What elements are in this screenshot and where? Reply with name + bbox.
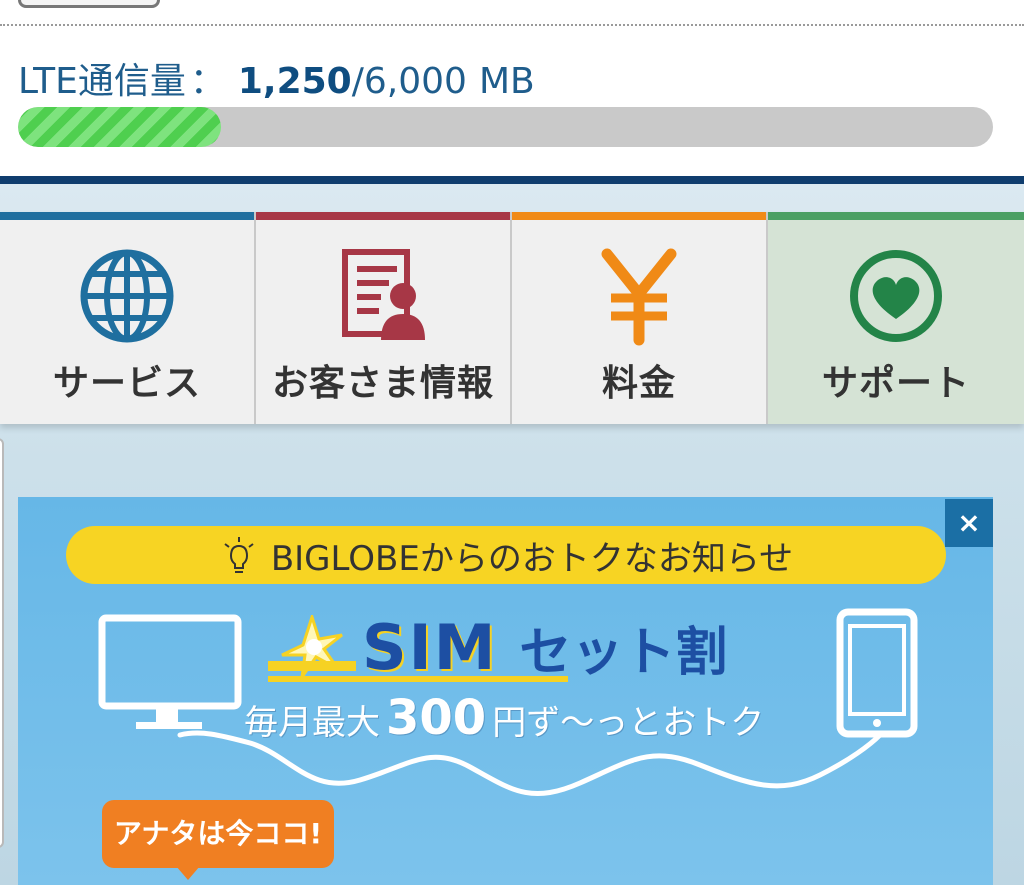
usage-total-value: 6,000 [363, 61, 467, 102]
usage-separator: / [351, 61, 364, 102]
discount-prefix: 毎月最大 [244, 703, 380, 743]
discount-suffix: 円ず〜っとおトク [492, 703, 765, 743]
hikari-spark-icon [268, 615, 356, 678]
section-divider [0, 176, 1024, 184]
globe-icon [80, 249, 174, 343]
yen-icon [601, 248, 677, 346]
nav-services-label: サービス [52, 363, 201, 404]
top-button-fragment[interactable] [18, 0, 160, 8]
lightbulb-icon [224, 537, 254, 573]
badge-pointer [176, 866, 200, 880]
nav-services-accent [0, 212, 254, 220]
banner-notice-pill: BIGLOBEからのおトクなお知らせ [66, 526, 946, 584]
usage-colon: ： [189, 61, 226, 102]
page: LTE通信量 ： 1,250 / 6,000 MB サービス お客さま情報 料金… [0, 0, 1024, 885]
heart-icon [850, 250, 942, 342]
banner-notice-text: BIGLOBEからのおトクなお知らせ [270, 538, 794, 579]
usage-progress-fill [18, 107, 221, 147]
banner-close-button[interactable]: × [945, 499, 993, 547]
side-scroll-edge [0, 438, 4, 848]
nav-support[interactable]: サポート [768, 212, 1024, 424]
usage-section: LTE通信量 ： 1,250 / 6,000 MB [0, 0, 1024, 178]
discount-amount: 300 [386, 690, 487, 746]
usage-used-value: 1,250 [237, 61, 352, 102]
customer-info-icon [342, 249, 425, 340]
discount-message: 毎月最大 300 円ず〜っとおトク [244, 690, 764, 746]
sim-logo-underline [268, 676, 568, 682]
set-discount-headline: セット割 [519, 622, 728, 683]
lte-usage-summary: LTE通信量 ： 1,250 / 6,000 MB [18, 52, 535, 102]
hikari-sim-set-logo: SIM セット割 [268, 610, 728, 684]
nav-support-label: サポート [821, 363, 970, 404]
main-navigation: サービス お客さま情報 料金 サポート [0, 212, 1024, 424]
nav-charges[interactable]: 料金 [512, 212, 768, 424]
usage-unit: MB [478, 61, 535, 102]
nav-customer-info-label: お客さま情報 [271, 363, 494, 404]
monitor-icon [98, 614, 242, 729]
usage-label: LTE通信量 [18, 61, 186, 102]
smartphone-icon [836, 608, 918, 738]
nav-customer-info[interactable]: お客さま情報 [256, 212, 512, 424]
usage-progress-bar [18, 107, 993, 147]
nav-support-accent [768, 212, 1024, 220]
nav-charges-accent [512, 212, 766, 220]
nav-services[interactable]: サービス [0, 212, 256, 424]
sim-logo-text: SIM [362, 610, 498, 684]
you-are-here-badge: アナタは今ココ! [102, 800, 334, 868]
nav-customer-info-accent [256, 212, 510, 220]
nav-charges-label: 料金 [601, 363, 676, 404]
dotted-divider [0, 24, 1024, 26]
